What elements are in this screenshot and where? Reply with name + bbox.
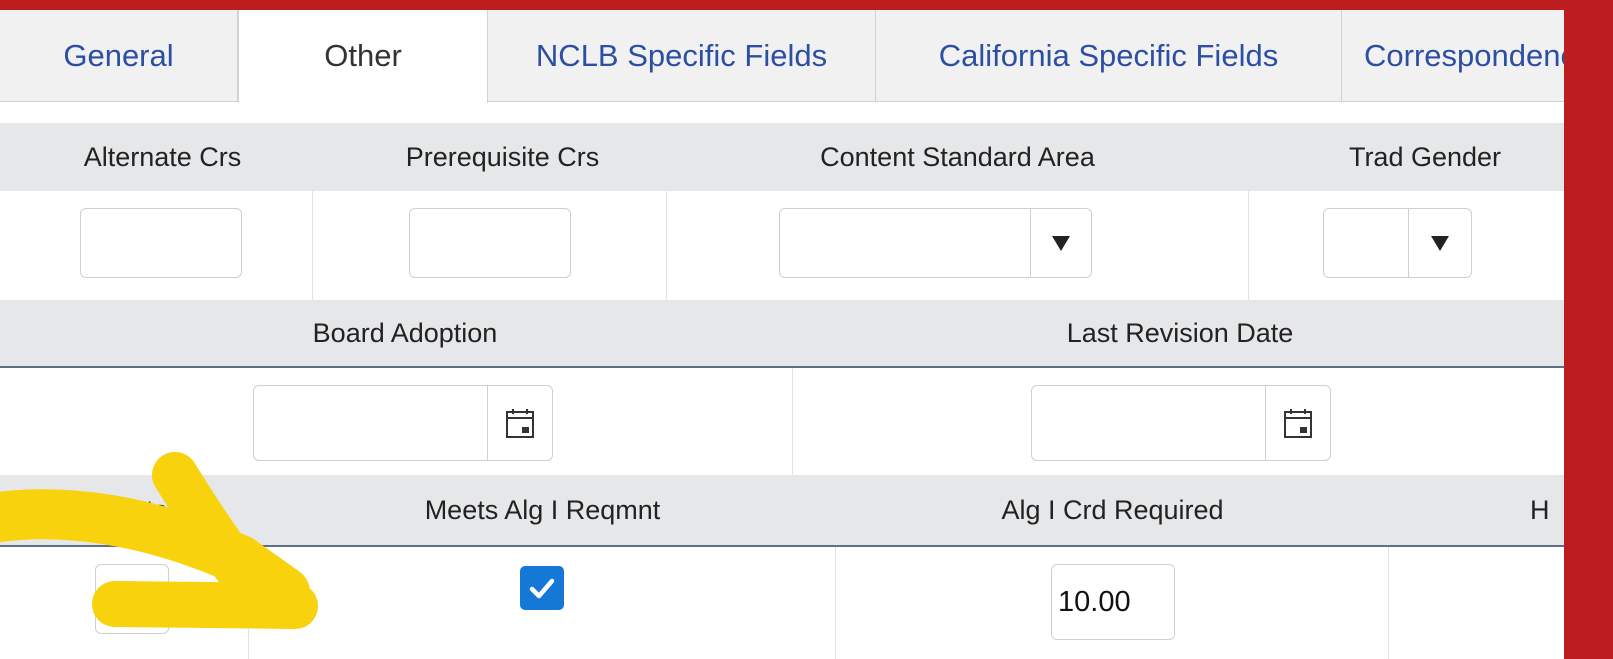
divider [312, 191, 313, 300]
content-standard-area-select[interactable] [779, 208, 1092, 278]
divider [792, 368, 793, 475]
divider [666, 191, 667, 300]
content-standard-area-dropdown-button[interactable] [1030, 209, 1091, 277]
board-adoption-calendar-button[interactable] [487, 386, 552, 460]
tab-other[interactable]: Other [238, 10, 488, 103]
tab-general[interactable]: General [0, 10, 238, 102]
trad-gender-select[interactable] [1323, 208, 1472, 278]
section2-header: Board Adoption Last Revision Date [0, 300, 1564, 368]
calendar-icon [1284, 409, 1312, 438]
calendar-icon [506, 409, 534, 438]
form-panel: General Other NCLB Specific Fields Calif… [0, 10, 1564, 659]
board-adoption-date-field[interactable] [253, 385, 553, 461]
divider [248, 547, 249, 659]
alternate-crs-input[interactable] [80, 208, 242, 278]
caret-down-icon [1052, 235, 1070, 251]
divider [1248, 191, 1249, 300]
prerequisite-crs-label: Prerequisite Crs [405, 142, 600, 172]
section3-row: 10.00 [0, 547, 1564, 659]
trad-gender-label: Trad Gender [1348, 142, 1502, 172]
tab-correspondence[interactable]: Correspondence [1342, 10, 1564, 102]
content-standard-area-label: Content Standard Area [820, 142, 1095, 172]
tab-california-specific-fields[interactable]: California Specific Fields [876, 10, 1342, 102]
last-revision-date-calendar-button[interactable] [1265, 386, 1330, 460]
alternate-crs-label: Alternate Crs [83, 142, 242, 172]
meets-alg-reqmnt-checkbox[interactable] [520, 566, 564, 610]
prerequisite-crs-input[interactable] [409, 208, 571, 278]
seats-input[interactable] [95, 564, 169, 634]
board-adoption-label: Board Adoption [312, 318, 498, 348]
truncated-column-label: H [1530, 495, 1550, 525]
section1-row [0, 191, 1564, 300]
alg-crd-required-label: Alg I Crd Required [1001, 495, 1224, 525]
divider [1388, 547, 1389, 659]
section1-header: Alternate Crs Prerequisite Crs Content S… [0, 123, 1564, 191]
tab-bar: General Other NCLB Specific Fields Calif… [0, 10, 1564, 103]
caret-down-icon [1431, 235, 1449, 251]
divider [835, 547, 836, 659]
seats-label: Seats [97, 495, 168, 525]
last-revision-date-label: Last Revision Date [1066, 318, 1294, 348]
tab-nclb-specific-fields[interactable]: NCLB Specific Fields [488, 10, 876, 102]
last-revision-date-field[interactable] [1031, 385, 1331, 461]
section2-row [0, 368, 1564, 475]
checkmark-icon [529, 578, 555, 599]
section3-header: Seats Meets Alg I Reqmnt Alg I Crd Requi… [0, 475, 1564, 547]
alg-crd-required-input[interactable]: 10.00 [1051, 564, 1175, 640]
trad-gender-dropdown-button[interactable] [1408, 209, 1471, 277]
meets-alg-reqmnt-label: Meets Alg I Reqmnt [424, 495, 661, 525]
